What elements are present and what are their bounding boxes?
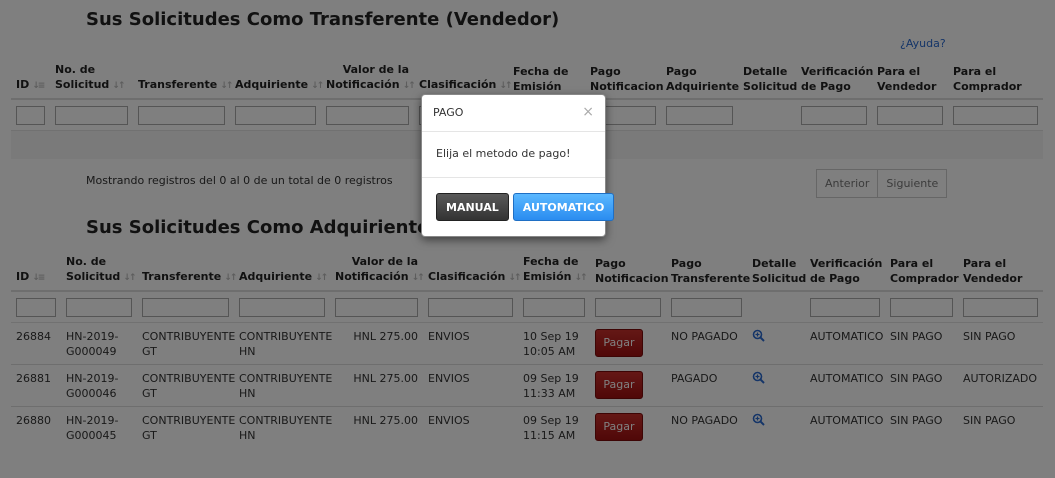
modal-header: PAGO × [422,95,605,132]
close-icon[interactable]: × [582,104,594,120]
modal-title: PAGO [433,106,464,119]
manual-button[interactable]: MANUAL [436,193,509,221]
payment-modal: PAGO × Elija el metodo de pago! MANUAL A… [421,94,615,237]
automatico-button[interactable]: AUTOMATICO [512,193,615,221]
modal-backdrop[interactable] [0,0,1055,478]
modal-message: Elija el metodo de pago! [422,132,605,178]
modal-footer: MANUAL AUTOMATICO [422,178,615,236]
